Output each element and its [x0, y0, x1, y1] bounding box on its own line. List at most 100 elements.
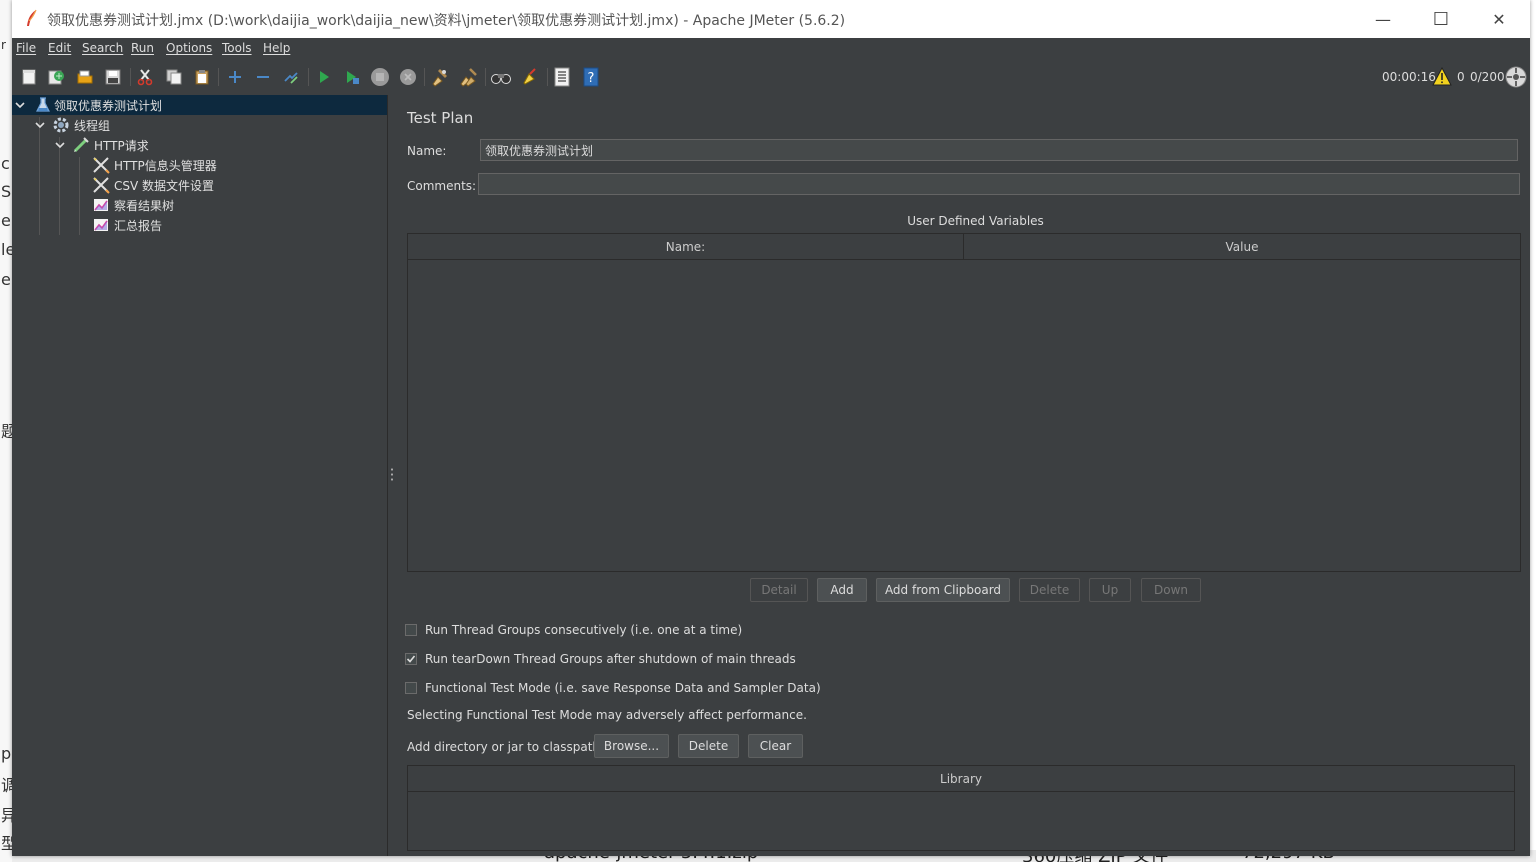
add-from-clipboard-button[interactable]: Add from Clipboard	[876, 578, 1010, 602]
option-label: Run Thread Groups consecutively (i.e. on…	[425, 623, 743, 637]
window-title: 领取优惠券测试计划.jmx (D:\work\daijia_work\daiji…	[47, 13, 846, 29]
tree-item-http-request[interactable]: HTTP请求	[54, 135, 149, 155]
close-button[interactable]: ✕	[1470, 0, 1528, 38]
checkbox[interactable]	[405, 682, 417, 694]
detail-button[interactable]: Detail	[750, 578, 808, 602]
name-input[interactable]	[480, 139, 1518, 161]
test-plan-tree: 领取优惠券测试计划 线程组 HTTP请求 HTTP信息头管理器 CSV 数据文件…	[12, 95, 388, 856]
tree-item-label: HTTP信息头管理器	[114, 158, 217, 173]
checkbox-checked[interactable]	[405, 653, 417, 665]
feather-icon	[27, 9, 37, 26]
library-table[interactable]: Library	[407, 765, 1515, 851]
option-run-teardown[interactable]: Run tearDown Thread Groups after shutdow…	[405, 652, 796, 666]
browse-button[interactable]: Browse...	[594, 734, 669, 758]
tree-item-summary-report[interactable]: 汇总报告	[92, 215, 162, 235]
column-header-name[interactable]: Name:	[408, 234, 964, 259]
title-bar: 领取优惠券测试计划.jmx (D:\work\daijia_work\daiji…	[12, 0, 1530, 38]
help-icon[interactable]: ?	[580, 66, 602, 88]
search-icon[interactable]	[490, 66, 512, 88]
background-char: e	[1, 211, 11, 230]
active-threads: 0/200	[1470, 70, 1505, 84]
splitter-grip[interactable]	[391, 467, 393, 481]
menu-search[interactable]: Search	[82, 41, 123, 55]
cut-icon[interactable]	[134, 66, 156, 88]
tree-item-label: HTTP请求	[94, 138, 149, 153]
toolbar-separator	[424, 68, 425, 86]
user-variables-table[interactable]: Name: Value	[407, 233, 1521, 572]
test-plan-panel: Test Plan Name: Comments: User Defined V…	[397, 95, 1530, 856]
menu-help[interactable]: Help	[263, 41, 290, 55]
checkmark-icon	[406, 655, 416, 663]
new-icon[interactable]	[18, 66, 40, 88]
option-run-consecutively[interactable]: Run Thread Groups consecutively (i.e. on…	[405, 623, 742, 637]
start-icon[interactable]	[313, 66, 335, 88]
add-button[interactable]: Add	[817, 578, 867, 602]
expand-icon[interactable]	[224, 66, 246, 88]
toolbar-separator	[547, 68, 548, 86]
pane-splitter[interactable]	[388, 95, 396, 856]
open-icon[interactable]	[74, 66, 96, 88]
background-char: p	[1, 744, 12, 763]
paste-icon[interactable]	[191, 66, 213, 88]
tree-item-header-manager[interactable]: HTTP信息头管理器	[92, 155, 217, 175]
stop-icon[interactable]	[369, 66, 391, 88]
shutdown-icon[interactable]	[397, 66, 419, 88]
tree-item-label: 线程组	[74, 118, 111, 133]
comments-input[interactable]	[478, 173, 1520, 195]
start-no-pause-icon[interactable]	[341, 66, 363, 88]
delete-variable-button[interactable]: Delete	[1019, 578, 1080, 602]
toolbar-separator	[218, 68, 219, 86]
listener-icon	[94, 219, 108, 231]
option-functional-mode[interactable]: Functional Test Mode (i.e. save Response…	[405, 681, 821, 695]
column-header-library[interactable]: Library	[408, 766, 1514, 791]
background-char: c	[1, 154, 10, 173]
minimize-button[interactable]: —	[1354, 0, 1412, 38]
tree-guide-line	[79, 157, 80, 235]
chevron-down-icon[interactable]	[54, 139, 66, 151]
elapsed-timer: 00:00:16	[1382, 70, 1436, 84]
background-char: e	[1, 270, 11, 289]
maximize-button[interactable]: ☐	[1412, 0, 1470, 38]
menu-tools[interactable]: Tools	[222, 41, 252, 55]
menu-run[interactable]: Run	[131, 41, 154, 55]
warning-count: 0	[1457, 70, 1465, 84]
toolbar-separator	[485, 68, 486, 86]
tree-item-csv-data-set[interactable]: CSV 数据文件设置	[92, 175, 214, 195]
up-button[interactable]: Up	[1089, 578, 1131, 602]
down-button[interactable]: Down	[1141, 578, 1201, 602]
templates-icon[interactable]	[45, 66, 67, 88]
save-icon[interactable]	[102, 66, 124, 88]
config-icon	[93, 157, 110, 174]
menu-edit[interactable]: Edit	[48, 41, 71, 55]
function-helper-icon[interactable]	[551, 66, 573, 88]
tree-item-label: CSV 数据文件设置	[114, 178, 215, 193]
reset-search-icon[interactable]	[519, 66, 541, 88]
tree-item-view-results-tree[interactable]: 察看结果树	[92, 195, 174, 215]
config-icon	[93, 177, 110, 194]
clear-button[interactable]: Clear	[748, 734, 803, 758]
functional-mode-note: Selecting Functional Test Mode may adver…	[407, 708, 807, 722]
clear-all-icon[interactable]	[457, 66, 479, 88]
jmeter-window: 领取优惠券测试计划.jmx (D:\work\daijia_work\daiji…	[12, 0, 1530, 856]
tree-item-test-plan[interactable]: 领取优惠券测试计划	[12, 95, 387, 115]
chevron-down-icon[interactable]	[34, 119, 46, 131]
collapse-icon[interactable]	[252, 66, 274, 88]
menu-options[interactable]: Options	[166, 41, 212, 55]
checkbox[interactable]	[405, 624, 417, 636]
toggle-icon[interactable]	[280, 66, 302, 88]
listener-icon	[94, 199, 108, 211]
menu-bar: File Edit Search Run Options Tools Help	[12, 38, 1530, 60]
clear-icon[interactable]	[429, 66, 451, 88]
tree-item-thread-group[interactable]: 线程组	[34, 115, 110, 135]
remote-status-icon	[1505, 66, 1527, 88]
panel-title: Test Plan	[407, 109, 474, 127]
warning-icon[interactable]	[1432, 67, 1452, 86]
copy-icon[interactable]	[163, 66, 185, 88]
menu-file[interactable]: File	[16, 41, 36, 55]
chevron-down-icon[interactable]	[14, 99, 26, 111]
toolbar-separator	[308, 68, 309, 86]
delete-classpath-button[interactable]: Delete	[678, 734, 739, 758]
background-left-strip: r c Se e le e 题 p 调 异 型	[0, 0, 21, 862]
column-header-value[interactable]: Value	[964, 234, 1520, 259]
tree-item-label: 汇总报告	[114, 218, 163, 233]
